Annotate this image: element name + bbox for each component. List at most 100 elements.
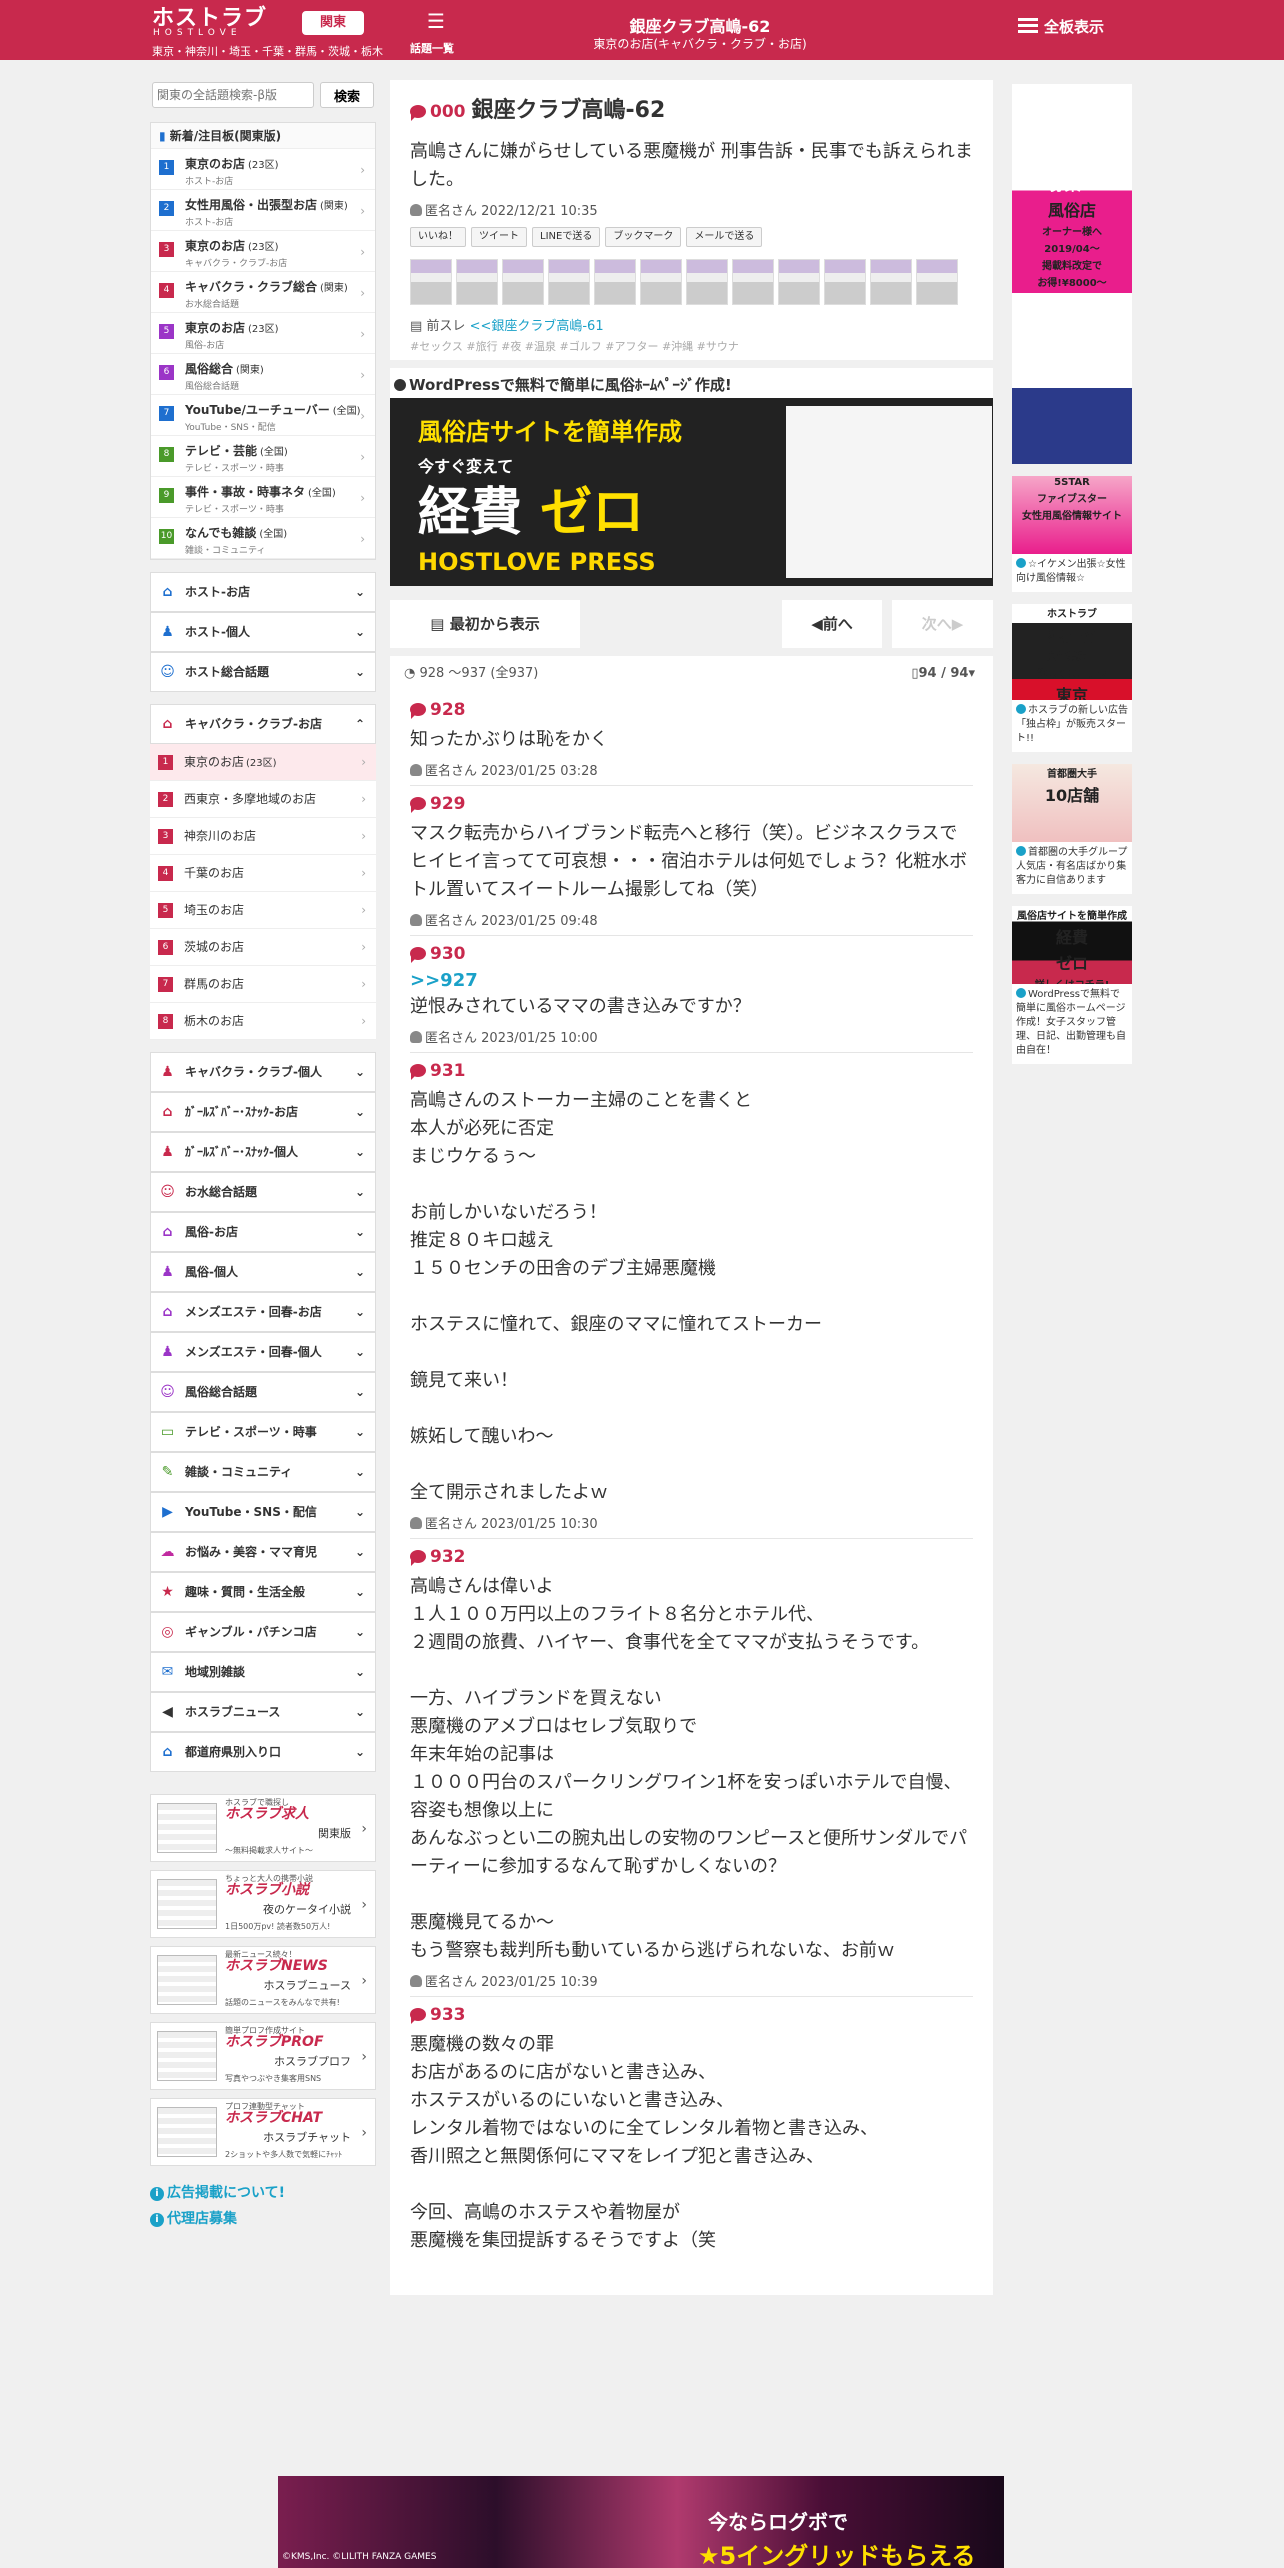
- share-button-2[interactable]: LINEで送る: [532, 227, 601, 247]
- ranking-item[interactable]: 8 テレビ・芸能 (全国) テレビ・スポーツ・時事 ›: [151, 436, 375, 477]
- ranking-item[interactable]: 10 なんでも雑談 (全国) 雑談・コミュニティ ›: [151, 518, 375, 559]
- ranking-item[interactable]: 4 キャバクラ・クラブ総合 (関東) お水総合話題 ›: [151, 272, 375, 313]
- subcategory-item[interactable]: 6 茨城のお店 ›: [150, 929, 376, 966]
- category-categories_b-1[interactable]: ⌂ ｶﾞｰﾙｽﾞﾊﾞｰ･ｽﾅｯｸ-お店 ⌄: [150, 1092, 376, 1132]
- category-categories_b-6[interactable]: ⌂ メンズエステ・回春-お店 ⌄: [150, 1292, 376, 1332]
- search-button[interactable]: 検索: [320, 82, 374, 108]
- thread-thumbnail[interactable]: [870, 259, 912, 305]
- side-ad-banner[interactable]: 簡単プロフ作成サイト ホスラブPROF ホスラブプロフ 写真やつぶやき集客用SNS ›: [150, 2022, 376, 2090]
- thread-thumbnail[interactable]: [778, 259, 820, 305]
- ad-info-link[interactable]: i 広告掲載について!: [150, 2182, 376, 2202]
- right-ad-banner[interactable]: ホストラブ独占枠広告募集中詳しくはコチラ東京キャバクラ20枠ホスラブの新しい広告…: [1012, 604, 1132, 752]
- category-categories_b-14[interactable]: ◎ ギャンブル・パチンコ店 ⌄: [150, 1612, 376, 1652]
- category-open_category[interactable]: ⌂ キャバクラ・クラブ-お店 ⌃: [150, 704, 376, 744]
- hostlove-logo[interactable]: ホストラブ: [152, 8, 267, 30]
- ranking-item[interactable]: 9 事件・事故・時事ネタ (全国) テレビ・スポーツ・時事 ›: [151, 477, 375, 518]
- category-categories_b-3[interactable]: ☺ お水総合話題 ⌄: [150, 1172, 376, 1212]
- right-ad-banner[interactable]: 首都圏大手 10店舗 首都圏の大手グループ人気店・有名店ばかり集客力に自信あります: [1012, 764, 1132, 894]
- thread-thumbnail[interactable]: [502, 259, 544, 305]
- list-numbered-icon[interactable]: ☰: [424, 9, 448, 33]
- agency-link[interactable]: i 代理店募集: [150, 2208, 376, 2228]
- subcategory-item[interactable]: 2 西東京・多摩地域のお店 ›: [150, 781, 376, 818]
- thread-tags[interactable]: #セックス #旅行 #夜 #温泉 #ゴルフ #アフター #沖縄 #サウナ: [410, 338, 973, 354]
- topics-list-link[interactable]: 話題一覧: [410, 40, 454, 56]
- thread-thumbnail[interactable]: [410, 259, 452, 305]
- share-button-1[interactable]: ツイート: [471, 227, 527, 247]
- category-categories_b-8[interactable]: ☺ 風俗総合話題 ⌄: [150, 1372, 376, 1412]
- thread-thumbnail[interactable]: [548, 259, 590, 305]
- subcategory-item[interactable]: 5 埼玉のお店 ›: [150, 892, 376, 929]
- thread-thumbnail[interactable]: [594, 259, 636, 305]
- thread-thumbnail[interactable]: [732, 259, 774, 305]
- subcategory-item[interactable]: 3 神奈川のお店 ›: [150, 818, 376, 855]
- chevron-down-icon: ⌄: [354, 1745, 365, 1759]
- subcategory-item[interactable]: 4 千葉のお店 ›: [150, 855, 376, 892]
- bottom-ad-line2: ★5イングリッドもらえる: [698, 2542, 976, 2568]
- subcategory-item[interactable]: 8 栃木のお店 ›: [150, 1003, 376, 1040]
- post-number[interactable]: 933: [410, 2005, 973, 2025]
- next-page-button[interactable]: 次へ▶: [892, 600, 993, 648]
- wordpress-banner[interactable]: WordPressで無料で簡単に風俗ﾎｰﾑﾍﾟｰｼﾞ作成! 風俗店サイトを簡単作…: [390, 368, 993, 586]
- category-categories_b-5[interactable]: ♟ 風俗-個人 ⌄: [150, 1252, 376, 1292]
- thread-thumbnail[interactable]: [640, 259, 682, 305]
- subcategory-item[interactable]: 1 東京のお店 (23区) ›: [150, 744, 376, 781]
- thread-thumbnail[interactable]: [824, 259, 866, 305]
- category-categories_b-7[interactable]: ♟ メンズエステ・回春-個人 ⌄: [150, 1332, 376, 1372]
- side-ad-banner[interactable]: 最新ニュース続々！ ホスラブNEWS ホスラブニュース 話題のニュースをみんなで共有!…: [150, 1946, 376, 2014]
- thread-thumbnail[interactable]: [456, 259, 498, 305]
- category-categories_b-16[interactable]: ◀ ホスラブニュース ⌄: [150, 1692, 376, 1732]
- ranking-item[interactable]: 1 東京のお店 (23区) ホスト-お店 ›: [151, 149, 375, 190]
- share-button-3[interactable]: ブックマーク: [605, 227, 682, 247]
- category-categories_b-17[interactable]: ⌂ 都道府県別入り口 ⌄: [150, 1732, 376, 1772]
- right-ad-banner[interactable]: 5STAR ファイブスター 女性用風俗情報サイト ☆イケメン出張☆女性向け風俗情報☆: [1012, 476, 1132, 592]
- bottom-game-ad[interactable]: 今ならログボで ★5イングリッドもらえる ©KMS,Inc. ©LILITH F…: [278, 2476, 1004, 2568]
- ranking-item[interactable]: 5 東京のお店 (23区) 風俗-お店 ›: [151, 313, 375, 354]
- ranking-item[interactable]: 6 風俗総合 (関東) 風俗総合話題 ›: [151, 354, 375, 395]
- prev-thread-link[interactable]: <<銀座クラブ高嶋-61: [470, 319, 604, 334]
- ranking-item[interactable]: 3 東京のお店 (23区) キャバクラ・クラブ-お店 ›: [151, 231, 375, 272]
- all-boards-menu-button[interactable]: 全板表示: [1018, 16, 1104, 37]
- side-ad-banner[interactable]: ちょっと大人の携帯小説 ホスラブ小説 夜のケータイ小説 1日500万pv! 読者数50…: [150, 1870, 376, 1938]
- rank-title-text: なんでも雑談: [185, 526, 257, 540]
- post-number[interactable]: 931: [410, 1061, 973, 1081]
- category-categories_a-1[interactable]: ♟ ホスト-個人 ⌄: [150, 612, 376, 652]
- category-categories_b-15[interactable]: ✉ 地域別雑談 ⌄: [150, 1652, 376, 1692]
- show-from-start-button[interactable]: ▤ 最初から表示: [390, 600, 580, 648]
- share-button-0[interactable]: いいね！: [410, 227, 466, 247]
- post-number[interactable]: 930: [410, 944, 973, 964]
- prev-page-button[interactable]: ◀前へ: [782, 600, 882, 648]
- category-categories_b-13[interactable]: ★ 趣味・質問・生活全般 ⌄: [150, 1572, 376, 1612]
- side-ad-banner[interactable]: ホスラブで職探し ホスラブ求人 関東版 〜無料掲載求人サイト〜 ›: [150, 1794, 376, 1862]
- category-categories_a-2[interactable]: ☺ ホスト総合話題 ⌄: [150, 652, 376, 692]
- post-number[interactable]: 932: [410, 1547, 973, 1567]
- search-input[interactable]: [152, 82, 314, 108]
- reply-anchor-link[interactable]: >>927: [410, 970, 973, 991]
- subcategory-item[interactable]: 7 群馬のお店 ›: [150, 966, 376, 1003]
- page-indicator[interactable]: ▯94 / 94▾: [911, 656, 975, 692]
- category-categories_a-0[interactable]: ⌂ ホスト-お店 ⌄: [150, 572, 376, 612]
- share-button-4[interactable]: メールで送る: [686, 227, 763, 247]
- ranking-item[interactable]: 2 女性用風俗・出張型お店 (関東) ホスト-お店 ›: [151, 190, 375, 231]
- right-ad-line: 風俗店サイトを簡単作成: [1017, 911, 1127, 922]
- category-categories_b-10[interactable]: ✎ 雑談・コミュニティ ⌄: [150, 1452, 376, 1492]
- post-body: 悪魔機の数々の罪 お店があるのに店がないと書き込み、 ホステスがいるのにいないと…: [410, 2034, 878, 2251]
- category-categories_b-0[interactable]: ♟ キャバクラ・クラブ-個人 ⌄: [150, 1052, 376, 1092]
- ad-thumbnail: [157, 1955, 217, 2005]
- right-ad-banner[interactable]: 風俗店サイトを簡単作成経費ゼロ詳しくはコチラ!WordPressで無料で簡単に風…: [1012, 906, 1132, 1064]
- category-categories_b-9[interactable]: ▭ テレビ・スポーツ・時事 ⌄: [150, 1412, 376, 1452]
- category-categories_b-4[interactable]: ⌂ 風俗-お店 ⌄: [150, 1212, 376, 1252]
- category-categories_b-12[interactable]: ☁ お悩み・美容・ママ育児 ⌄: [150, 1532, 376, 1572]
- right-ad-banner[interactable]: ホスラブで職探し ホスラブ求人 関東版 掲載店 募集!! 風俗店 オーナー様へ 2019/04…: [1012, 84, 1132, 464]
- thread-thumbnail[interactable]: [686, 259, 728, 305]
- side-ad-banner[interactable]: プロフ連動型チャット ホスラブCHAT ホスラブチャット 2ショットや多人数で気軽にﾁ…: [150, 2098, 376, 2166]
- category-categories_b-11[interactable]: ▶ YouTube・SNS・配信 ⌄: [150, 1492, 376, 1532]
- thread-thumbnail[interactable]: [916, 259, 958, 305]
- post-number[interactable]: 928: [410, 700, 973, 720]
- region-button[interactable]: 関東: [302, 11, 364, 35]
- post-number[interactable]: 929: [410, 794, 973, 814]
- ranking-item[interactable]: 7 YouTube/ユーチューバー (全国) YouTube・SNS・配信 ›: [151, 395, 375, 436]
- chevron-right-icon: ›: [361, 866, 366, 880]
- right-ad-image: 首都圏大手 10店舗: [1012, 764, 1132, 842]
- signal-bars-icon: ▮: [159, 129, 170, 143]
- category-categories_b-2[interactable]: ♟ ｶﾞｰﾙｽﾞﾊﾞｰ･ｽﾅｯｸ-個人 ⌄: [150, 1132, 376, 1172]
